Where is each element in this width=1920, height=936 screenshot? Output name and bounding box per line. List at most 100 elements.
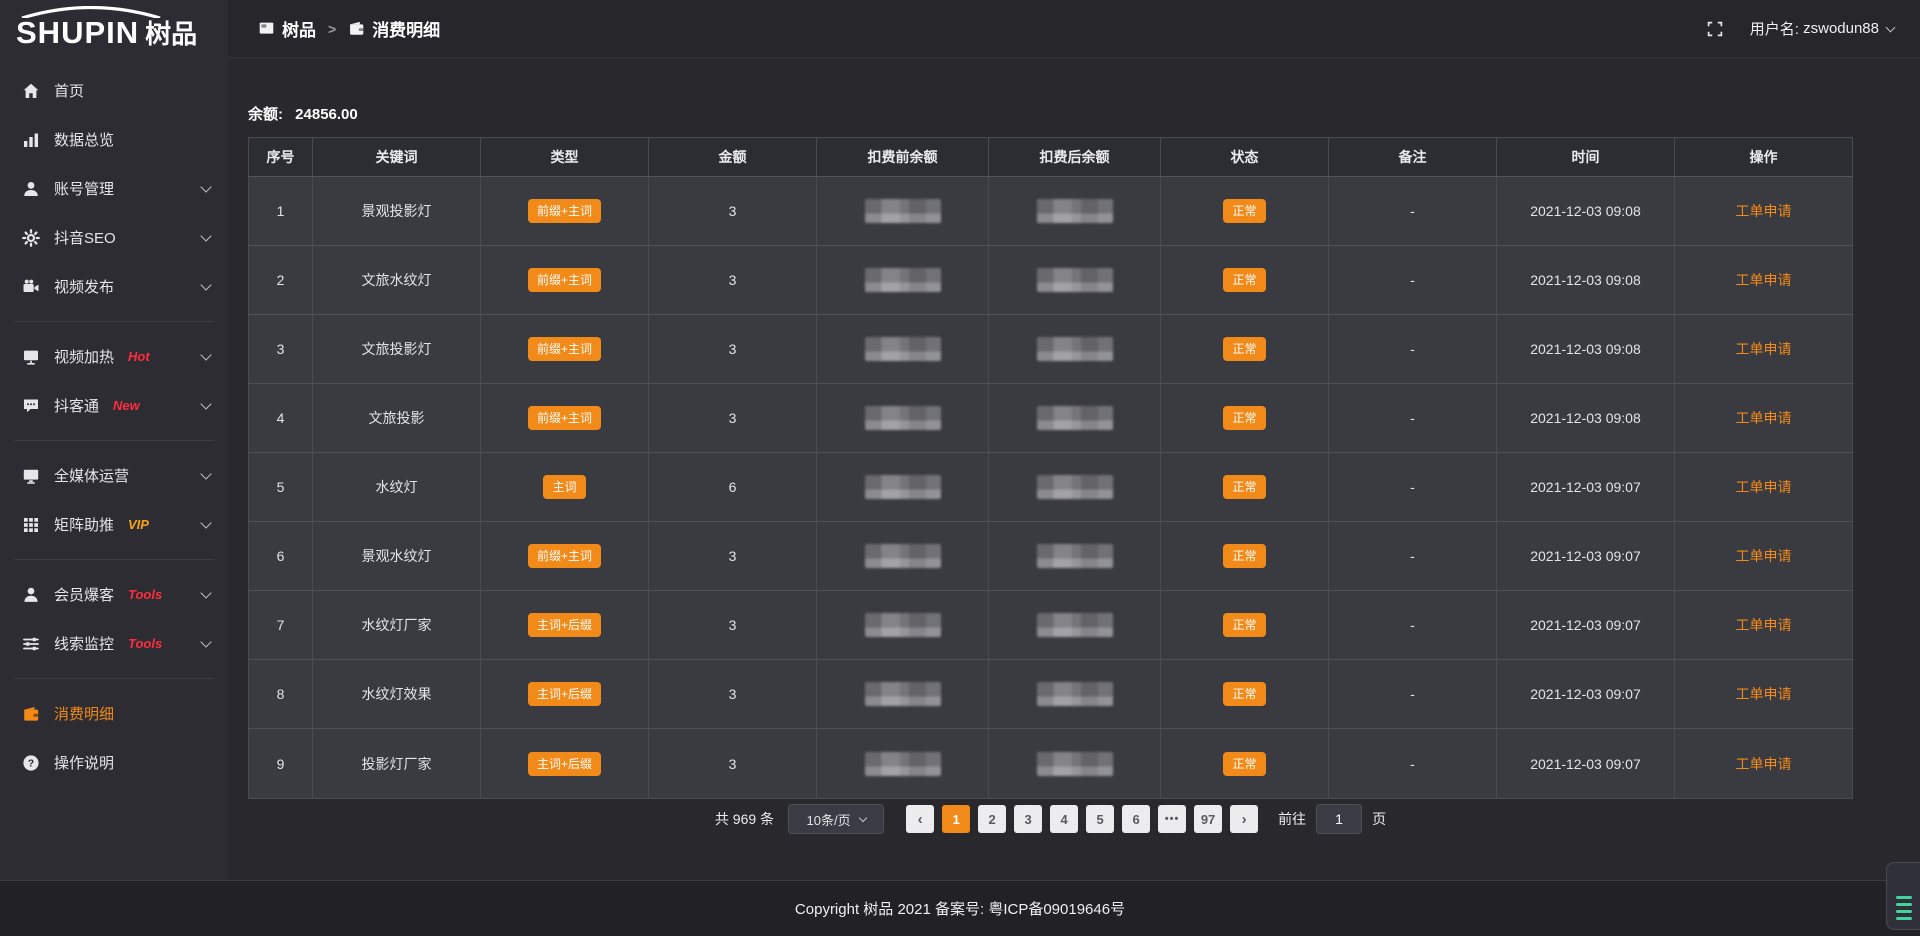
sidebar-item-矩阵助推[interactable]: 矩阵助推VIP (0, 500, 228, 549)
sidebar-item-消费明细[interactable]: 消费明细 (0, 689, 228, 738)
cell-balance-after (989, 660, 1161, 728)
sidebar-item-全媒体运营[interactable]: 全媒体运营 (0, 451, 228, 500)
work-order-link[interactable]: 工单申请 (1736, 339, 1792, 359)
ellipsis-button[interactable]: ••• (1158, 805, 1186, 833)
cell-time: 2021-12-03 09:07 (1497, 522, 1675, 590)
widget-bar (1896, 910, 1912, 913)
masked-value (865, 544, 941, 568)
page-button-97[interactable]: 97 (1194, 805, 1222, 833)
work-order-link[interactable]: 工单申请 (1736, 615, 1792, 635)
page-button-3[interactable]: 3 (1014, 805, 1042, 833)
cell-type: 主词 (481, 453, 649, 521)
footer: Copyright 树品 2021 备案号: 粤ICP备09019646号 (0, 880, 1920, 936)
prev-page-button[interactable]: ‹ (906, 805, 934, 833)
masked-value (1037, 752, 1113, 776)
cell-status: 正常 (1161, 315, 1329, 383)
topbar-right: 用户名: zswodun88 (1706, 18, 1894, 39)
cell-keyword: 景观水纹灯 (313, 522, 481, 590)
work-order-link[interactable]: 工单申请 (1736, 408, 1792, 428)
status-badge: 正常 (1223, 475, 1265, 499)
work-order-link[interactable]: 工单申请 (1736, 270, 1792, 290)
widget-bar (1896, 917, 1912, 920)
page-size-select[interactable]: 10条/页 (788, 804, 884, 834)
cell-balance-before (817, 177, 989, 245)
cell-status: 正常 (1161, 660, 1329, 728)
type-badge: 前缀+主词 (528, 544, 601, 568)
work-order-link[interactable]: 工单申请 (1736, 546, 1792, 566)
cell-amount: 3 (649, 384, 817, 452)
work-order-link[interactable]: 工单申请 (1736, 754, 1792, 774)
cell-keyword: 水纹灯 (313, 453, 481, 521)
masked-value (865, 337, 941, 361)
fullscreen-icon[interactable] (1706, 20, 1724, 38)
sidebar-item-label: 视频发布 (54, 276, 114, 297)
sidebar-divider (14, 559, 214, 560)
work-order-link[interactable]: 工单申请 (1736, 201, 1792, 221)
page-button-2[interactable]: 2 (978, 805, 1006, 833)
sidebar-item-抖音SEO[interactable]: 抖音SEO (0, 213, 228, 262)
table-row: 7水纹灯厂家主词+后缀3正常-2021-12-03 09:07工单申请 (249, 591, 1852, 660)
cell-type: 前缀+主词 (481, 246, 649, 314)
chat-icon (22, 397, 40, 415)
column-header-关键词: 关键词 (313, 138, 481, 177)
side-widget[interactable] (1886, 862, 1920, 930)
jump-to-page: 前往页 (1278, 804, 1386, 834)
sidebar-divider (14, 678, 214, 679)
work-order-link[interactable]: 工单申请 (1736, 684, 1792, 704)
type-badge: 前缀+主词 (528, 337, 601, 361)
cell-remark: - (1329, 384, 1497, 452)
sidebar-item-视频发布[interactable]: 视频发布 (0, 262, 228, 311)
balance: 余额: 24856.00 (248, 103, 358, 124)
question-icon: ? (22, 754, 40, 772)
chevron-down-icon (200, 517, 211, 528)
sidebar-item-账号管理[interactable]: 账号管理 (0, 164, 228, 213)
sidebar-item-线索监控[interactable]: 线索监控Tools (0, 619, 228, 668)
next-page-button[interactable]: › (1230, 805, 1258, 833)
page-button-4[interactable]: 4 (1050, 805, 1078, 833)
cell-time: 2021-12-03 09:08 (1497, 177, 1675, 245)
sidebar-divider (14, 440, 214, 441)
sidebar-item-会员爆客[interactable]: 会员爆客Tools (0, 570, 228, 619)
cell-type: 主词+后缀 (481, 591, 649, 659)
page-button-1[interactable]: 1 (942, 805, 970, 833)
widget-bar (1896, 896, 1912, 899)
sidebar-item-tag: Tools (128, 587, 162, 602)
cell-action: 工单申请 (1675, 384, 1852, 452)
status-badge: 正常 (1223, 268, 1265, 292)
status-badge: 正常 (1223, 544, 1265, 568)
chevron-down-icon (200, 181, 211, 192)
wallet-icon (348, 20, 365, 37)
page-button-5[interactable]: 5 (1086, 805, 1114, 833)
sidebar-item-label: 线索监控 (54, 633, 114, 654)
sidebar-item-抖客通[interactable]: 抖客通New (0, 381, 228, 430)
masked-value (1037, 475, 1113, 499)
cell-type: 主词+后缀 (481, 660, 649, 728)
grid-icon (22, 516, 40, 534)
cell-keyword: 文旅投影 (313, 384, 481, 452)
cell-keyword: 景观投影灯 (313, 177, 481, 245)
jump-page-input[interactable] (1316, 804, 1362, 834)
cell-type: 前缀+主词 (481, 315, 649, 383)
cell-time: 2021-12-03 09:08 (1497, 315, 1675, 383)
cell-status: 正常 (1161, 729, 1329, 798)
work-order-link[interactable]: 工单申请 (1736, 477, 1792, 497)
sidebar-item-tag: VIP (128, 517, 149, 532)
masked-value (1037, 544, 1113, 568)
username-value: zswodun88 (1803, 20, 1879, 37)
cell-time: 2021-12-03 09:07 (1497, 453, 1675, 521)
balance-label: 余额: (248, 106, 283, 123)
column-header-操作: 操作 (1675, 138, 1852, 177)
column-header-金额: 金额 (649, 138, 817, 177)
sidebar-item-首页[interactable]: 首页 (0, 66, 228, 115)
sidebar-menu: 首页数据总览账号管理抖音SEO 视频发布视频加热Hot抖客通New 全媒体运营矩阵助… (0, 64, 228, 787)
user-menu[interactable]: 用户名: zswodun88 (1750, 18, 1894, 39)
cell-remark: - (1329, 522, 1497, 590)
breadcrumb-item-shupin[interactable]: 树品 (258, 16, 316, 41)
sidebar-item-视频加热[interactable]: 视频加热Hot (0, 332, 228, 381)
page-button-6[interactable]: 6 (1122, 805, 1150, 833)
table-row: 2文旅水纹灯前缀+主词3正常-2021-12-03 09:08工单申请 (249, 246, 1852, 315)
widget-bar (1896, 903, 1912, 906)
sidebar-item-操作说明[interactable]: ?操作说明 (0, 738, 228, 787)
sidebar-item-数据总览[interactable]: 数据总览 (0, 115, 228, 164)
breadcrumb-item-consumption[interactable]: 消费明细 (348, 16, 440, 41)
